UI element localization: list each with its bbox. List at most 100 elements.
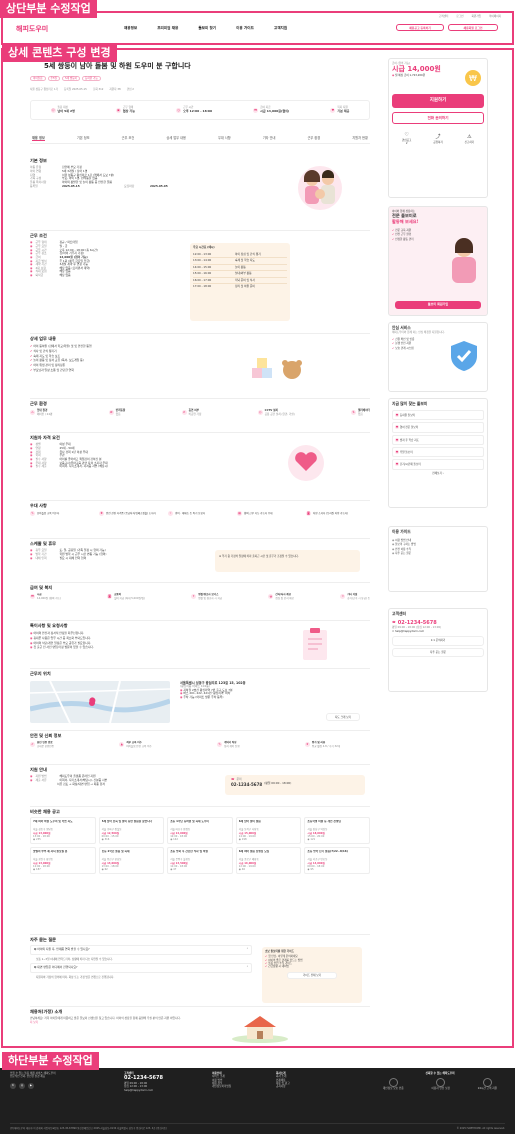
cs-card: 고객센터 ☎ 02-1234-5678 평일 09:00 - 18:00 (점심 … <box>388 608 488 692</box>
share-button[interactable]: ⤴ 공유하기 <box>433 134 443 144</box>
caregiver-illustration <box>445 237 483 289</box>
faq-item[interactable]: Q 대면 면접은 어디에서 진행되나요? ˄ <box>30 963 252 974</box>
nav-support[interactable]: 고객지원 <box>274 26 287 31</box>
section-title: 스케줄 및 휴무 <box>30 541 57 546</box>
popular-item[interactable]: ♥ 영아 전문 돌보미 <box>392 422 484 433</box>
tag: 등하원 가능 <box>82 76 101 82</box>
toplink-cs[interactable]: 고객센터 <box>439 15 449 18</box>
like-button[interactable]: ♡ 관심공고 2 <box>402 132 412 145</box>
footer-link[interactable]: 개인정보처리방침 <box>212 1085 231 1088</box>
post-job-button[interactable]: 채용공고 등록하기 <box>396 24 444 31</box>
popular-item[interactable]: ♥ 등하원 돌보미 <box>392 409 484 421</box>
tab-applicants[interactable]: 지원자 현황 <box>352 136 368 140</box>
similar-job-views: ◉ 316 <box>101 838 110 842</box>
popular-card: 지금 많이 찾는 돌보미 ♥ 등하원 돌보미 ♥ 영아 전문 돌보미 ♥ 방과 … <box>388 398 488 508</box>
guide-link[interactable]: ◉ 자주 묻는 질문 <box>392 552 484 557</box>
guide-all-button[interactable]: 가이드 전체 보기 <box>287 971 337 980</box>
tab-etc[interactable]: 기타 안내 <box>263 136 276 140</box>
tag: 5세 쌍둥이 <box>61 76 81 82</box>
faq-item[interactable]: Q 아이의 지원 후, 언제쯤 연락 받을 수 있나요? ˄ <box>30 945 252 956</box>
toplink-signup[interactable]: 회원가입 <box>472 15 482 18</box>
popular-item[interactable]: ♥ 방과 후 학습 지도 <box>392 434 484 445</box>
car-icon: ◙ <box>306 511 311 517</box>
tab-environment[interactable]: 근무 환경 <box>307 136 320 140</box>
employer-login-button[interactable]: 채용회원 로그인 <box>448 24 498 31</box>
similar-job-views: ◉ 62 <box>101 868 108 872</box>
section-benefits: 급여 및 복지 ₩ 시급 14,000원 (협의 가능) ◙ 교통비 실비 지급 (최대… <box>30 582 370 616</box>
faq-button[interactable]: 자주 묻는 질문 <box>392 647 484 657</box>
nav-guide[interactable]: 이용 가이드 <box>236 26 254 31</box>
tab-preference[interactable]: 우대 사항 <box>218 136 231 140</box>
pref-item: ✚ 안전 관련 자격증 (응급처치/심폐소생술) 소지자 <box>99 511 156 517</box>
benefit-item: ₩ 시급 14,000원 (협의 가능) <box>30 593 61 600</box>
guide-item[interactable]: ✔긴급상황 시 대처법 <box>265 965 359 968</box>
clipboard-illustration <box>300 627 330 663</box>
popular-item[interactable]: ♥ 단기/시간제 돌보미 <box>392 459 484 470</box>
label-top: 상단부분 수정작업 <box>0 0 97 19</box>
headset-icon <box>482 1078 492 1088</box>
similar-job-card[interactable]: 초등 방과 후 간단한 식사 및 하원 서울 은평구 불광동 시급 13,500원 1… <box>167 847 233 875</box>
nav-find[interactable]: 돌보미 찾기 <box>198 26 216 31</box>
similar-job-card[interactable]: 초등 1학년 등하원 및 숙제 도우미 서울 마포구 합정동 시급 14,000원 1… <box>167 817 233 845</box>
guide-card: 이용 가이드 ◉ 이용 방법 안내 ◉ 돌보미 구하는 방법 ◉ 안전 이용 수… <box>388 526 488 592</box>
logo[interactable]: 해피도우미 <box>16 25 48 34</box>
contact-phone[interactable]: 02-1234-5678 <box>231 782 262 787</box>
nav-jobs[interactable]: 채용정보 <box>124 26 137 31</box>
similar-job-card[interactable]: 6세 남아 놀이 돌봄 서울 동작구 사당동 시급 15,000원 14:00 - 1… <box>235 817 302 845</box>
similar-job-card[interactable]: 초등학생 미술 등 개인 선생님 서울 강남구 역삼동 시급 18,000원 15:0… <box>304 817 370 845</box>
meta-views: 조회 312 <box>92 88 104 91</box>
schedule-note: ※ 학기 중 가정의 일정에 따라 출퇴근 시간 및 휴무가 조정될 수 있습니… <box>215 550 360 572</box>
tab-job-info[interactable]: 채용 정보 <box>32 136 45 142</box>
job-summary: ☺ 돌봄 대상 남아 5세 2명 ▣ 근무 형태 협상 가능 ◷ 근무 시간 오후 12:0… <box>30 100 370 120</box>
tab-duties[interactable]: 상세 업무 내용 <box>166 136 186 140</box>
summary-item: ☺ 돌봄 대상 남아 5세 2명 <box>50 106 75 113</box>
nav-premium[interactable]: 프리미엄 채용 <box>157 26 178 31</box>
calendar-icon: ▦ <box>237 511 242 517</box>
footer-phone[interactable]: 02-1234-5678 <box>124 1075 163 1082</box>
footer-link[interactable]: 공지사항 <box>276 1085 290 1088</box>
similar-job-views: ◉ 142 <box>170 838 178 842</box>
apply-button[interactable]: 지원하기 <box>392 93 484 108</box>
conditions-rows: ◉ 근무 형태 정규 / 파트타임 ◉ 근무 요일 월 - 금 ◉ 근무 시간 오후 12:… <box>30 240 98 278</box>
map[interactable] <box>30 681 170 723</box>
similar-job-card[interactable]: 6세 여아 돌봄 산생님 모집 서울 종로구 혜화동 시급 16,000원 12:00… <box>235 847 302 875</box>
similar-job-card[interactable]: 3세 남아 보육 및 놀이 동반 돌봄을 찾습니다 서울 송파구 잠실동 시급 12… <box>98 817 165 845</box>
label-detail: 상세 콘텐츠 구성 변경 <box>2 44 117 63</box>
report-button[interactable]: ⚠ 신고하기 <box>465 134 475 144</box>
meta-likes: 관심 2 <box>126 88 134 91</box>
label-bottom: 하단부분 수정작업 <box>2 1052 99 1071</box>
instagram-icon[interactable]: ◎ <box>19 1082 25 1089</box>
faq-answer: 보통 1~3일 이내에 연락드리며, 상황에 따라 다소 지연될 수 있습니다. <box>36 958 113 962</box>
section-title: 안전 및 신뢰 정보 <box>30 733 62 738</box>
eye-icon: ◉ <box>101 868 104 872</box>
firstaid-icon: ✚ <box>99 511 104 517</box>
kakao-icon[interactable]: K <box>10 1082 16 1089</box>
meal-icon: ◒ <box>268 594 274 600</box>
section-title: 채용처(가정) 소개 <box>30 1009 63 1014</box>
footer-mail[interactable]: help@happydomi.com <box>124 1089 163 1092</box>
home-icon: ⌂ <box>30 410 35 416</box>
caregiver-signup-button[interactable]: 돌보미 회원가입 <box>395 301 481 309</box>
cs-mail[interactable]: ✉ help@happydomi.com <box>392 630 484 633</box>
phone-inquiry-button[interactable]: 전화 문의하기 <box>392 111 484 125</box>
popular-item[interactable]: ♥ 주말 돌보미 <box>392 447 484 458</box>
education-icon: ▲ <box>119 742 125 748</box>
youtube-icon[interactable]: ▶ <box>28 1082 34 1089</box>
map-enlarge-button[interactable]: 지도 크게 보기 <box>326 713 360 721</box>
toplink-login[interactable]: 로그인 <box>456 15 463 18</box>
similar-job-card[interactable]: 초등 2학년 돌봄 및 숙제 서울 용산구 한남동 시급 13,000원 13:00 … <box>98 847 165 875</box>
similar-job-card[interactable]: 7세 여아 하원 도우미 및 학습 지도 서울 성동구 행당동 시급 13,000원… <box>30 817 96 845</box>
chevron-up-icon: ˄ <box>246 965 248 970</box>
tag: 주5일 <box>47 76 60 82</box>
intro-more-link[interactable]: 더 보기 <box>30 1021 370 1024</box>
similar-job-card[interactable]: 맞벌이 부부 세 자녀 돌보실 분 서울 광진구 화양동 시급 13,000원 12:… <box>30 847 96 875</box>
one-on-one-button[interactable]: 1:1 문의하기 <box>392 636 484 646</box>
similar-job-views: ◉ 46 <box>238 868 245 872</box>
popular-more-link[interactable]: 전체보기 › <box>392 472 484 475</box>
heart-hand-illustration <box>282 443 330 485</box>
coin-icon: ₩ <box>253 107 259 113</box>
similar-job-card[interactable]: 초등 방학 단기 돌봄(7/22~8/16) 서울 서초구 반포동 시급 14,00… <box>304 847 370 875</box>
tab-basic[interactable]: 기본 정보 <box>77 136 90 140</box>
toplink-mypage[interactable]: 마이페이지 <box>489 15 501 18</box>
tab-conditions[interactable]: 근무 조건 <box>122 136 135 140</box>
